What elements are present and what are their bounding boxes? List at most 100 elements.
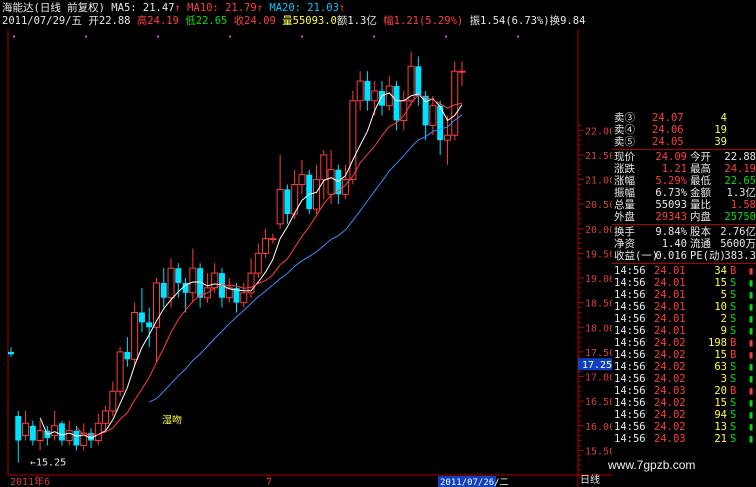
high-label: 高24.19 bbox=[136, 15, 179, 27]
marker-dot: • bbox=[84, 33, 88, 41]
ma10-label: MA10: 21.79 bbox=[187, 2, 257, 14]
tick-row: 14:56 24.02 63 S ▮ bbox=[614, 361, 755, 373]
candle-body-down bbox=[29, 425, 36, 441]
chart-header-ma: 海能达(日线 前复权) MA5: 21.47↑ MA10: 21.79↑ MA2… bbox=[2, 2, 346, 14]
y-tick-label: 17.00 bbox=[585, 373, 612, 384]
candle-body-up bbox=[443, 134, 451, 141]
candle-body-up bbox=[276, 188, 284, 225]
candle-body-up bbox=[371, 90, 379, 102]
panel-separator bbox=[612, 224, 756, 225]
fundamental-row: 换手 9.84% 股本 2.76亿 bbox=[614, 226, 756, 238]
candle-body-up bbox=[94, 422, 102, 442]
candle-body-down bbox=[146, 322, 153, 328]
marker-dot: • bbox=[516, 33, 520, 41]
candle-body-down bbox=[175, 268, 182, 283]
candle-body-up bbox=[211, 272, 219, 289]
y-tick-label: 15.50 bbox=[585, 446, 612, 457]
candle-body-up bbox=[262, 238, 270, 254]
stat-row: 现价 24.09 今开 22.88 bbox=[614, 151, 756, 163]
stat-row: 振幅 6.73% 金额 1.3亿 bbox=[614, 187, 756, 199]
low-label: 低22.65 bbox=[185, 15, 228, 27]
marker-dot: • bbox=[300, 33, 304, 41]
candle-body-up bbox=[327, 169, 335, 195]
candle-body-up bbox=[298, 174, 306, 185]
stat-row: 外盘 29343 内盘 25750 bbox=[614, 211, 756, 223]
amount-label: 额1.3亿 bbox=[336, 15, 377, 27]
stock-title: 海能达(日线 前复权) bbox=[2, 2, 105, 14]
candle-body-up bbox=[451, 70, 459, 136]
amplitude-label: 振1.54(6.73%) bbox=[469, 15, 550, 27]
candle-body-up bbox=[458, 70, 466, 73]
candle-body-up bbox=[36, 430, 44, 442]
panel-separator bbox=[612, 263, 756, 264]
candle-body-up bbox=[65, 430, 73, 442]
change-label: 幅1.21(5.29%) bbox=[383, 15, 464, 27]
tick-row: 14:56 24.02 13 S ▮ bbox=[614, 421, 755, 433]
candle-body-down bbox=[8, 351, 14, 355]
candle-body-up bbox=[356, 80, 364, 102]
stat-row: 涨幅 5.29% 最低 22.65 bbox=[614, 175, 756, 187]
marker-dot: • bbox=[228, 33, 232, 41]
candle-body-up bbox=[131, 312, 139, 360]
candle-body-down bbox=[415, 66, 422, 96]
candle-body-up bbox=[254, 252, 262, 274]
candle-body-down bbox=[422, 95, 429, 126]
ma20-label: MA20: 21.03 bbox=[269, 2, 339, 14]
candle-body-up bbox=[320, 154, 328, 181]
marker-dot: • bbox=[372, 33, 376, 41]
tick-row: 14:56 24.03 20 B ▮ bbox=[614, 385, 755, 397]
tick-row: 14:56 24.02 3 S ▮ bbox=[614, 373, 755, 385]
tick-row: 14:56 24.03 21 S ▮ bbox=[614, 433, 755, 445]
marker-dot: • bbox=[444, 33, 448, 41]
candle-body-up bbox=[116, 351, 124, 392]
tick-row: 14:56 24.01 9 S ▮ bbox=[614, 325, 755, 337]
y-tick-label: 18.50 bbox=[585, 299, 612, 310]
candle-body-down bbox=[138, 312, 145, 323]
y-tick-label: 17.50 bbox=[585, 348, 612, 359]
y-tick-label: 19.00 bbox=[585, 274, 612, 285]
candle-body-up bbox=[349, 100, 357, 181]
ask-row: 卖③ 24.07 4 bbox=[614, 112, 727, 124]
close-label: 收24.09 bbox=[233, 15, 276, 27]
candle-body-down bbox=[160, 282, 167, 298]
tick-row: 14:56 24.02 15 S ▮ bbox=[614, 397, 755, 409]
candle-body-down bbox=[306, 174, 313, 210]
kiss-annotation: 湿吻 bbox=[162, 414, 182, 426]
fundamental-row: 净资 1.40 流通 5600万 bbox=[614, 238, 756, 250]
candle-body-down bbox=[378, 90, 385, 106]
candle-body-down bbox=[73, 430, 80, 446]
tick-row: 14:56 24.02 15 B ▮ bbox=[614, 349, 755, 361]
x-cursor-date: 2011/07/26/二 bbox=[440, 478, 509, 487]
x-label-start: 2011年6 bbox=[10, 475, 50, 487]
candle-body-up bbox=[102, 410, 110, 424]
panel-separator bbox=[612, 149, 756, 150]
current-price-tag: 17.25 bbox=[582, 360, 612, 371]
low-annotation: ←15.25 bbox=[30, 458, 66, 469]
stat-row: 总量 55093 量比 1.58 bbox=[614, 199, 756, 211]
candlestick-chart[interactable]: • • • • • • • • 22.00 21.50 21.00 20.50 20.00 19.50 19… bbox=[0, 0, 612, 487]
candle-body-up bbox=[429, 105, 437, 126]
x-label-month: 7 bbox=[266, 477, 272, 487]
candle-body-up bbox=[269, 238, 277, 241]
candle-body-down bbox=[393, 85, 400, 121]
candle-body-up bbox=[247, 272, 255, 294]
candle-body-up bbox=[313, 179, 321, 210]
ask-row: 卖⑤ 24.05 39 bbox=[614, 136, 727, 148]
period-tab[interactable]: 日线 bbox=[580, 474, 600, 487]
marker-dot: • bbox=[12, 33, 16, 41]
watermark: www.7gpzb.com bbox=[608, 458, 696, 472]
y-tick-label: 21.50 bbox=[585, 151, 612, 162]
bar-date: 2011/07/29/五 bbox=[2, 15, 83, 27]
tick-row: 14:56 24.01 34 B ▮ bbox=[614, 265, 755, 277]
ma5-label: MA5: 21.47 bbox=[111, 2, 175, 14]
y-tick-label: 16.50 bbox=[585, 397, 612, 408]
y-tick-label: 16.00 bbox=[585, 422, 612, 433]
candle-body-up bbox=[109, 390, 117, 412]
stat-row: 涨跌 1.21 最高 24.19 bbox=[614, 163, 756, 175]
turnover-label: 换9.84 bbox=[549, 15, 586, 27]
open-label: 开22.88 bbox=[88, 15, 131, 27]
candle-body-up bbox=[22, 422, 30, 437]
y-tick-label: 21.00 bbox=[585, 176, 612, 187]
candle-body-down bbox=[15, 415, 22, 441]
y-tick-label: 20.50 bbox=[585, 200, 612, 211]
